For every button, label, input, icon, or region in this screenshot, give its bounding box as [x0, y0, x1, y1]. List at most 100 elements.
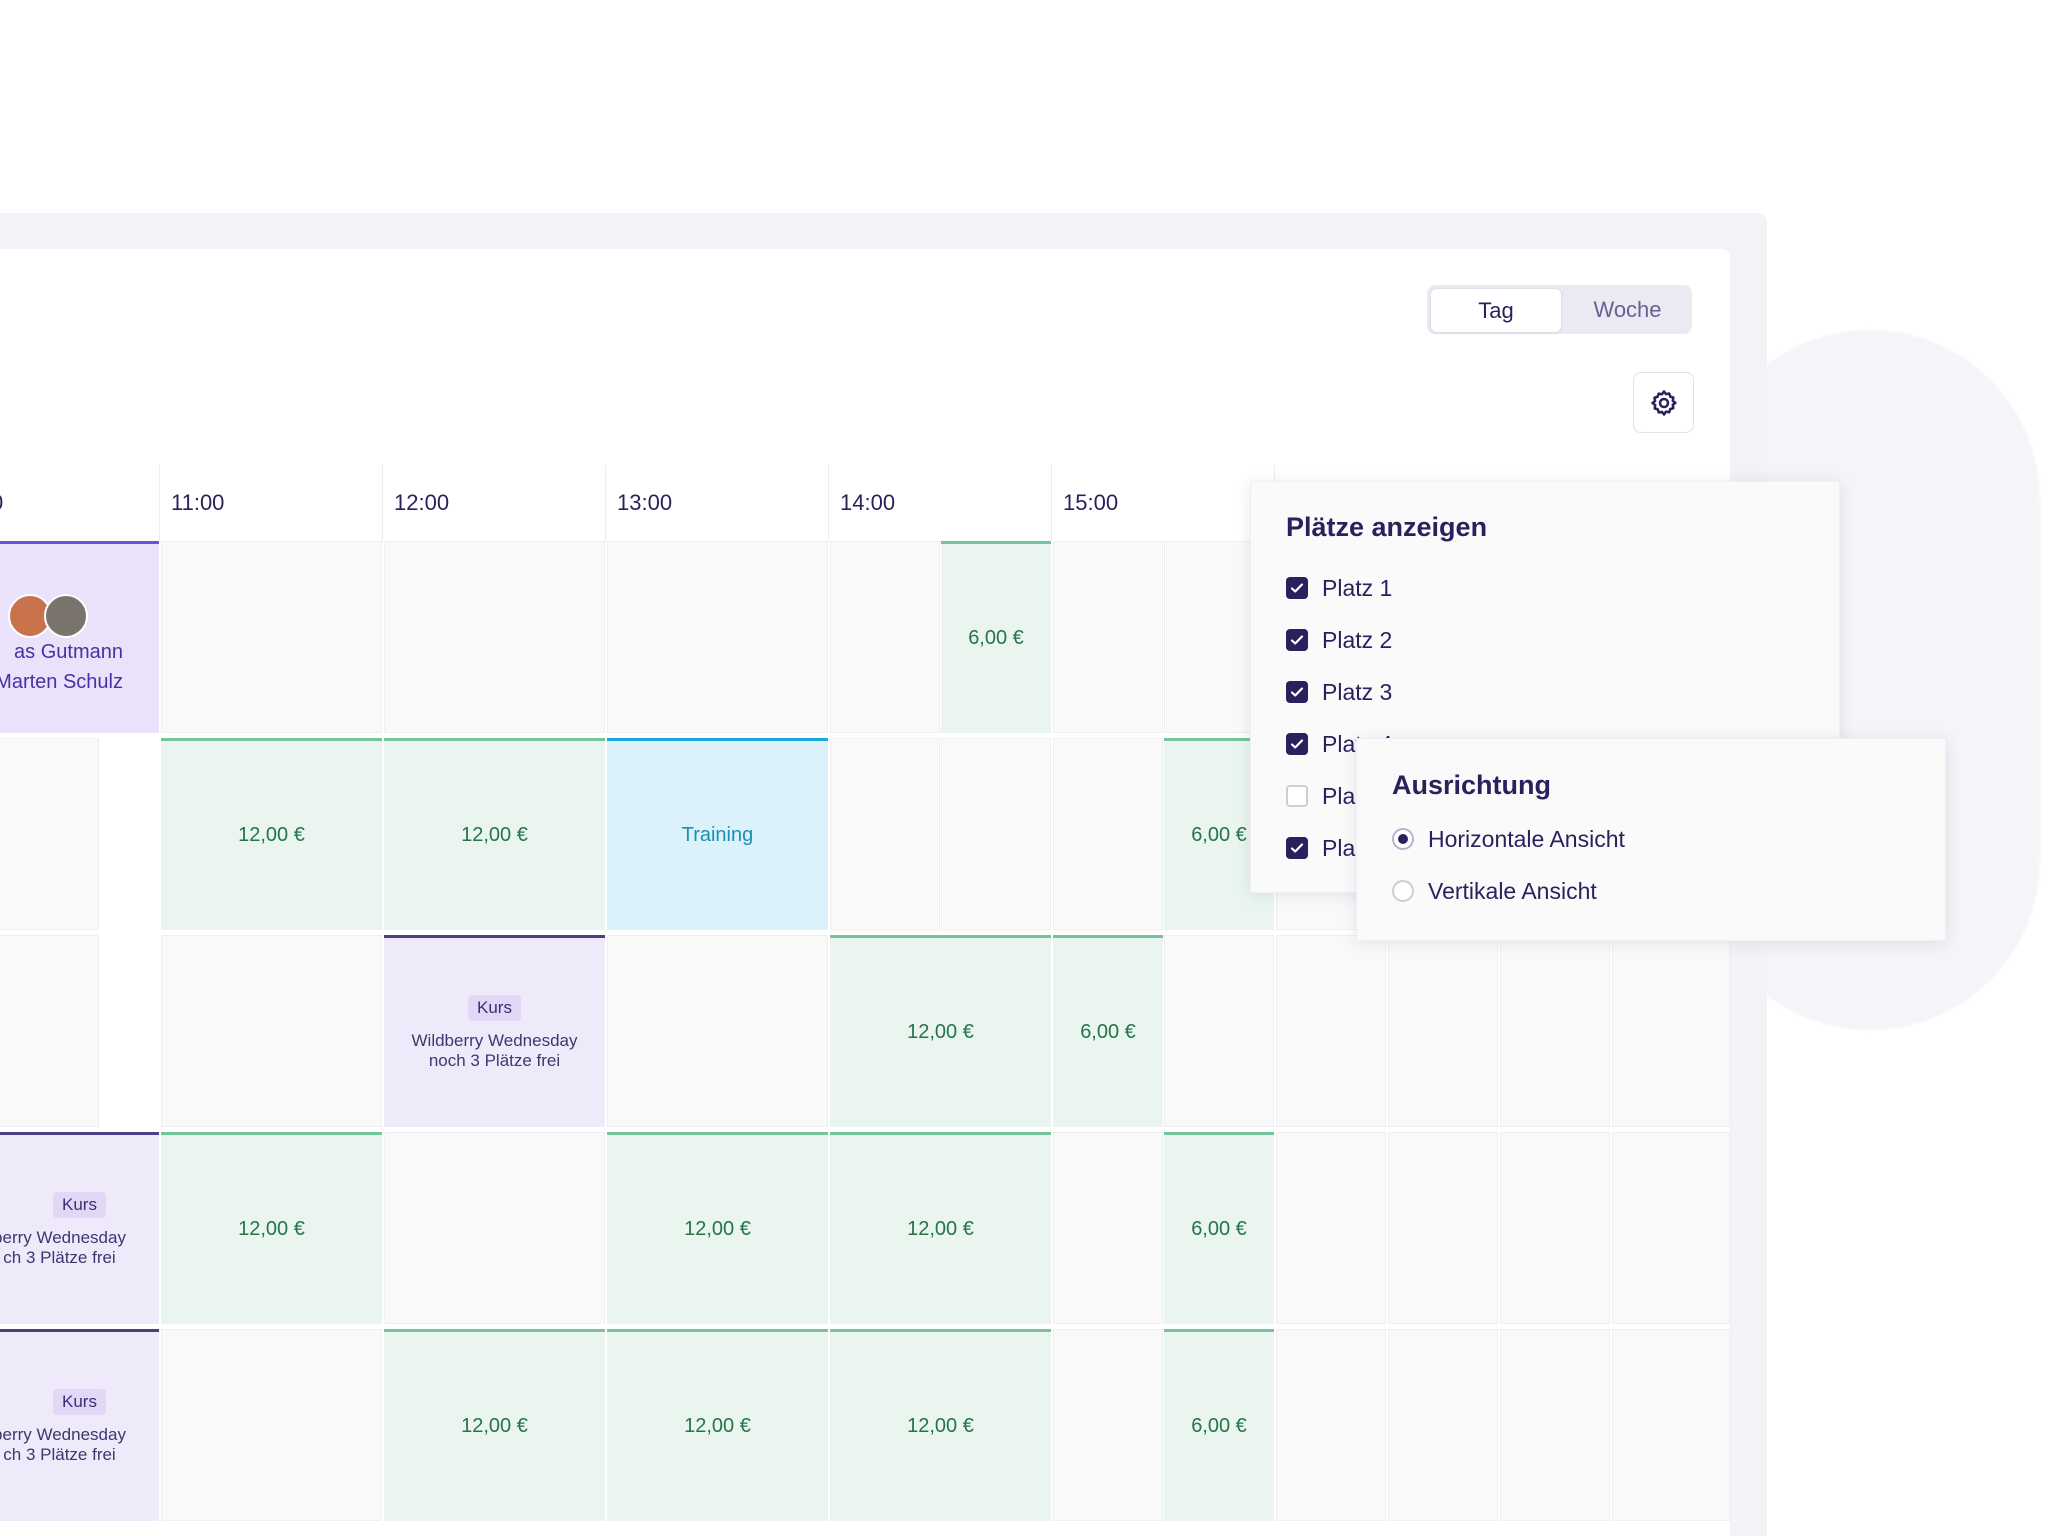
grid-cell[interactable]	[1276, 1132, 1386, 1324]
court-checkbox-row[interactable]: Pla	[1286, 781, 1355, 811]
grid-cell[interactable]	[1053, 1329, 1163, 1521]
grid-cell[interactable]	[830, 541, 940, 733]
course-availability: noch 3 Plätze frei	[428, 1050, 561, 1070]
orientation-option[interactable]: Vertikale Ansicht	[1392, 876, 1597, 906]
grid-cell[interactable]	[0, 935, 99, 1127]
grid-cell[interactable]	[1500, 1329, 1610, 1521]
checkbox[interactable]	[1286, 681, 1308, 703]
grid-cell[interactable]	[830, 738, 940, 930]
grid-cell[interactable]	[1276, 935, 1386, 1127]
orientation-option[interactable]: Horizontale Ansicht	[1392, 824, 1625, 854]
price-slot[interactable]: 12,00 €	[830, 935, 1051, 1127]
check-icon	[1290, 843, 1304, 853]
court-label: Pla	[1322, 834, 1356, 861]
course-badge: Kurs	[53, 1388, 106, 1415]
booking-block[interactable]: as Gutmann Marten Schulz	[0, 541, 159, 733]
court-label: Platz 2	[1322, 626, 1393, 653]
course-badge: Kurs	[468, 994, 521, 1021]
court-checkbox-row[interactable]: Platz 2	[1286, 625, 1392, 655]
course-availability: ch 3 Plätze frei	[3, 1444, 116, 1464]
time-label-1400: 14:00	[828, 465, 1050, 541]
price-slot[interactable]: 6,00 €	[1164, 1132, 1274, 1324]
grid-cell[interactable]	[161, 935, 382, 1127]
grid-cell[interactable]	[161, 1329, 382, 1521]
time-label-1500: 15:00	[1051, 465, 1273, 541]
checkbox[interactable]	[1286, 785, 1308, 807]
price-slot[interactable]: 6,00 €	[1164, 1329, 1274, 1521]
course-badge: Kurs	[53, 1191, 106, 1218]
grid-cell[interactable]	[607, 935, 828, 1127]
check-icon	[1290, 739, 1304, 749]
course-name: Wildberry Wednesday	[411, 1030, 578, 1050]
price-slot[interactable]: 12,00 €	[830, 1329, 1051, 1521]
time-label-1100: 11:00	[159, 465, 381, 541]
orientation-panel: Ausrichtung Horizontale Ansicht Vertikale…	[1356, 738, 1946, 941]
orientation-label: Horizontale Ansicht	[1428, 825, 1625, 852]
court-label: Pla	[1322, 782, 1356, 809]
check-icon	[1290, 635, 1304, 645]
grid-cell[interactable]	[1612, 1132, 1730, 1324]
grid-cell[interactable]	[384, 541, 605, 733]
court-label: Platz 1	[1322, 574, 1393, 601]
price-slot[interactable]: 12,00 €	[607, 1329, 828, 1521]
grid-cell[interactable]	[941, 738, 1051, 930]
grid-cell[interactable]	[161, 541, 382, 733]
checkbox[interactable]	[1286, 837, 1308, 859]
grid-cell[interactable]	[1388, 1329, 1498, 1521]
course-slot[interactable]: Kurs berry Wednesday ch 3 Plätze frei	[0, 1132, 159, 1324]
radio-button[interactable]	[1392, 828, 1414, 850]
avatar	[44, 594, 88, 638]
course-availability: ch 3 Plätze frei	[3, 1247, 116, 1267]
check-icon	[1290, 583, 1304, 593]
grid-cell[interactable]	[1164, 935, 1274, 1127]
price-slot[interactable]: 12,00 €	[161, 1132, 382, 1324]
settings-button[interactable]	[1633, 372, 1694, 433]
radio-dot	[1398, 834, 1408, 844]
price-slot[interactable]: 12,00 €	[384, 738, 605, 930]
courts-panel-title: Plätze anzeigen	[1286, 512, 1488, 542]
view-toggle: Tag Woche	[1427, 285, 1692, 334]
checkbox[interactable]	[1286, 629, 1308, 651]
court-checkbox-row[interactable]: Platz 1	[1286, 573, 1392, 603]
price-slot[interactable]: 12,00 €	[607, 1132, 828, 1324]
grid-cell[interactable]	[1388, 935, 1498, 1127]
price-slot[interactable]: 6,00 €	[1053, 935, 1163, 1127]
grid-cell[interactable]	[1276, 1329, 1386, 1521]
grid-cell[interactable]	[1500, 935, 1610, 1127]
view-toggle-day[interactable]: Tag	[1430, 288, 1562, 333]
orientation-panel-title: Ausrichtung	[1392, 770, 1551, 800]
price-slot[interactable]: 12,00 €	[384, 1329, 605, 1521]
time-label-1200: 12:00	[382, 465, 604, 541]
time-label-1300: 13:00	[605, 465, 827, 541]
checkbox[interactable]	[1286, 577, 1308, 599]
booking-name: as Gutmann	[14, 641, 123, 663]
price-slot[interactable]: 6,00 €	[941, 541, 1051, 733]
grid-cell[interactable]	[1612, 935, 1730, 1127]
training-slot[interactable]: Training	[607, 738, 828, 930]
grid-cell[interactable]	[1053, 738, 1163, 930]
court-checkbox-row[interactable]: Platz 3	[1286, 677, 1392, 707]
gear-icon	[1650, 389, 1677, 416]
grid-cell[interactable]	[0, 738, 99, 930]
price-slot[interactable]: 12,00 €	[830, 1132, 1051, 1324]
course-name: berry Wednesday	[0, 1424, 126, 1444]
checkbox[interactable]	[1286, 733, 1308, 755]
radio-button[interactable]	[1392, 880, 1414, 902]
grid-cell[interactable]	[1388, 1132, 1498, 1324]
grid-cell[interactable]	[1053, 541, 1163, 733]
grid-cell[interactable]	[1053, 1132, 1163, 1324]
booking-name: Marten Schulz	[0, 671, 123, 693]
course-slot[interactable]: Kurs berry Wednesday ch 3 Plätze frei	[0, 1329, 159, 1521]
course-name: berry Wednesday	[0, 1227, 126, 1247]
check-icon	[1290, 687, 1304, 697]
time-label-partial: 0	[0, 465, 151, 541]
court-checkbox-row[interactable]: Pla	[1286, 833, 1355, 863]
price-slot[interactable]: 12,00 €	[161, 738, 382, 930]
orientation-label: Vertikale Ansicht	[1428, 877, 1597, 904]
grid-cell[interactable]	[1500, 1132, 1610, 1324]
view-toggle-week[interactable]: Woche	[1563, 285, 1692, 334]
grid-cell[interactable]	[1612, 1329, 1730, 1521]
course-slot[interactable]: Kurs Wildberry Wednesday noch 3 Plätze f…	[384, 935, 605, 1127]
grid-cell[interactable]	[607, 541, 828, 733]
grid-cell[interactable]	[384, 1132, 605, 1324]
